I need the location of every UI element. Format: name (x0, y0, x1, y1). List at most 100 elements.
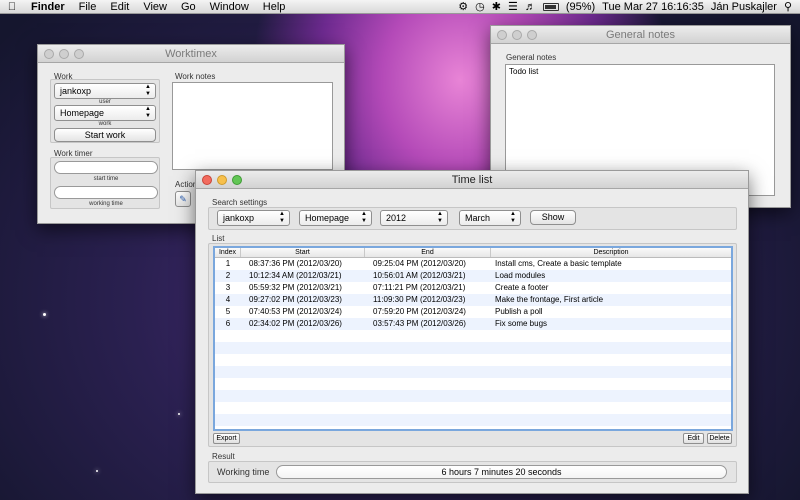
table-row[interactable]: 2 10:12:34 AM (2012/03/21) 10:56:01 AM (… (215, 270, 731, 282)
table-row[interactable]: 6 02:34:02 PM (2012/03/26) 03:57:43 PM (… (215, 318, 731, 330)
start-time-field[interactable] (54, 161, 158, 174)
working-time-caption: working time (89, 201, 123, 207)
project-filter-select[interactable]: Homepage ▲ ▼ (299, 210, 372, 226)
chevron-updown-icon: ▲ ▼ (437, 211, 443, 224)
edit-note-button[interactable]: ✎ (175, 191, 191, 207)
action-label: Action (175, 180, 198, 189)
menu-bar:  Finder File Edit View Go Window Help ⚙… (0, 0, 800, 14)
apple-icon[interactable]:  (0, 1, 24, 13)
empty-row (215, 342, 731, 354)
time-list-titlebar[interactable]: Time list (196, 171, 748, 189)
star (178, 413, 180, 415)
show-button[interactable]: Show (530, 210, 576, 225)
cell-index: 2 (225, 271, 231, 280)
general-notes-titlebar[interactable]: General notes (491, 26, 790, 44)
zoom-button[interactable] (527, 30, 537, 40)
column-header-start[interactable]: Start (241, 248, 365, 257)
column-header-index[interactable]: Index (215, 248, 241, 257)
clock[interactable]: Tue Mar 27 16:16:35 (602, 1, 704, 13)
column-header-description[interactable]: Description (491, 248, 731, 257)
battery-percent: (95%) (565, 0, 596, 13)
year-filter-select[interactable]: 2012 ▲ ▼ (380, 210, 448, 226)
menu-view[interactable]: View (136, 1, 174, 13)
zoom-button[interactable] (74, 49, 84, 59)
empty-row (215, 414, 731, 426)
cell-description: Install cms, Create a basic template (495, 259, 622, 268)
working-time-field[interactable] (54, 186, 158, 199)
menu-help[interactable]: Help (256, 1, 293, 13)
empty-row (215, 402, 731, 414)
cell-start: 05:59:32 PM (2012/03/21) (249, 283, 342, 292)
worktimex-titlebar[interactable]: Worktimex (38, 45, 344, 63)
edit-button[interactable]: Edit (683, 433, 704, 444)
table-body: 1 08:37:36 PM (2012/03/20) 09:25:04 PM (… (215, 258, 731, 426)
work-select-value: Homepage (60, 108, 105, 118)
work-caption: work (98, 121, 112, 127)
empty-row (215, 330, 731, 342)
menu-edit[interactable]: Edit (103, 1, 136, 13)
year-filter-value: 2012 (386, 213, 407, 223)
menu-window[interactable]: Window (203, 1, 256, 13)
table-header: Index Start End Description (215, 248, 731, 258)
user-filter-value: jankoxp (223, 213, 255, 223)
minimize-button[interactable] (59, 49, 69, 59)
time-list-table[interactable]: Index Start End Description 1 08:37:36 P… (213, 246, 733, 431)
menu-finder[interactable]: Finder (24, 1, 72, 13)
minimize-button[interactable] (512, 30, 522, 40)
bluetooth-icon[interactable]: ✱ (492, 0, 501, 13)
time-list-window: Time list Search settings jankoxp ▲ ▼ Hom… (195, 170, 749, 494)
minimize-button[interactable] (217, 175, 227, 185)
cell-end: 03:57:43 PM (2012/03/26) (373, 319, 466, 328)
cell-description: Load modules (495, 271, 546, 280)
work-select[interactable]: Homepage ▲ ▼ (54, 105, 156, 121)
cell-start: 02:34:02 PM (2012/03/26) (249, 319, 342, 328)
cell-end: 07:11:21 PM (2012/03/21) (373, 283, 466, 292)
menu-go[interactable]: Go (174, 1, 203, 13)
battery-icon[interactable] (542, 2, 559, 11)
user-filter-select[interactable]: jankoxp ▲ ▼ (217, 210, 290, 226)
window-title: General notes (605, 29, 676, 41)
cell-description: Create a footer (495, 283, 549, 292)
close-button[interactable] (497, 30, 507, 40)
chevron-updown-icon: ▲ ▼ (510, 211, 516, 224)
empty-row (215, 366, 731, 378)
month-filter-select[interactable]: March ▲ ▼ (459, 210, 521, 226)
general-notes-label: General notes (506, 53, 557, 62)
sync-icon[interactable]: ⚙ (458, 0, 468, 13)
working-time-label: Working time (217, 467, 270, 477)
list-label: List (212, 234, 225, 243)
work-notes-textarea[interactable] (172, 82, 333, 170)
cell-index: 4 (225, 295, 231, 304)
cell-index: 6 (225, 319, 231, 328)
cell-start: 08:37:36 PM (2012/03/20) (249, 259, 342, 268)
close-button[interactable] (44, 49, 54, 59)
chevron-updown-icon: ▲ ▼ (279, 211, 285, 224)
window-title: Worktimex (165, 48, 217, 60)
empty-row (215, 378, 731, 390)
column-header-end[interactable]: End (365, 248, 491, 257)
cell-description: Fix some bugs (495, 319, 548, 328)
table-row[interactable]: 5 07:40:53 PM (2012/03/24) 07:59:20 PM (… (215, 306, 731, 318)
export-button[interactable]: Export (213, 433, 240, 444)
table-row[interactable]: 3 05:59:32 PM (2012/03/21) 07:11:21 PM (… (215, 282, 731, 294)
start-work-button[interactable]: Start work (54, 128, 156, 142)
cell-index: 5 (225, 307, 231, 316)
time-machine-icon[interactable]: ◷ (475, 0, 485, 13)
menu-file[interactable]: File (72, 1, 104, 13)
empty-row (215, 354, 731, 366)
user-name[interactable]: Ján Puskajler (711, 1, 777, 13)
user-select[interactable]: jankoxp ▲ ▼ (54, 83, 156, 99)
delete-button[interactable]: Delete (707, 433, 732, 444)
chevron-updown-icon: ▲ ▼ (361, 211, 367, 224)
table-row[interactable]: 4 09:27:02 PM (2012/03/23) 11:09:30 PM (… (215, 294, 731, 306)
cell-end: 11:09:30 PM (2012/03/23) (373, 295, 466, 304)
user-select-value: jankoxp (60, 86, 92, 96)
pencil-icon: ✎ (179, 194, 187, 204)
zoom-button[interactable] (232, 175, 242, 185)
wifi-icon[interactable]: ☰ (508, 0, 518, 13)
volume-icon[interactable]: ♬ (525, 1, 536, 13)
spotlight-icon[interactable]: ⚲ (784, 0, 792, 13)
cell-end: 10:56:01 AM (2012/03/21) (373, 271, 466, 280)
close-button[interactable] (202, 175, 212, 185)
table-row[interactable]: 1 08:37:36 PM (2012/03/20) 09:25:04 PM (… (215, 258, 731, 270)
